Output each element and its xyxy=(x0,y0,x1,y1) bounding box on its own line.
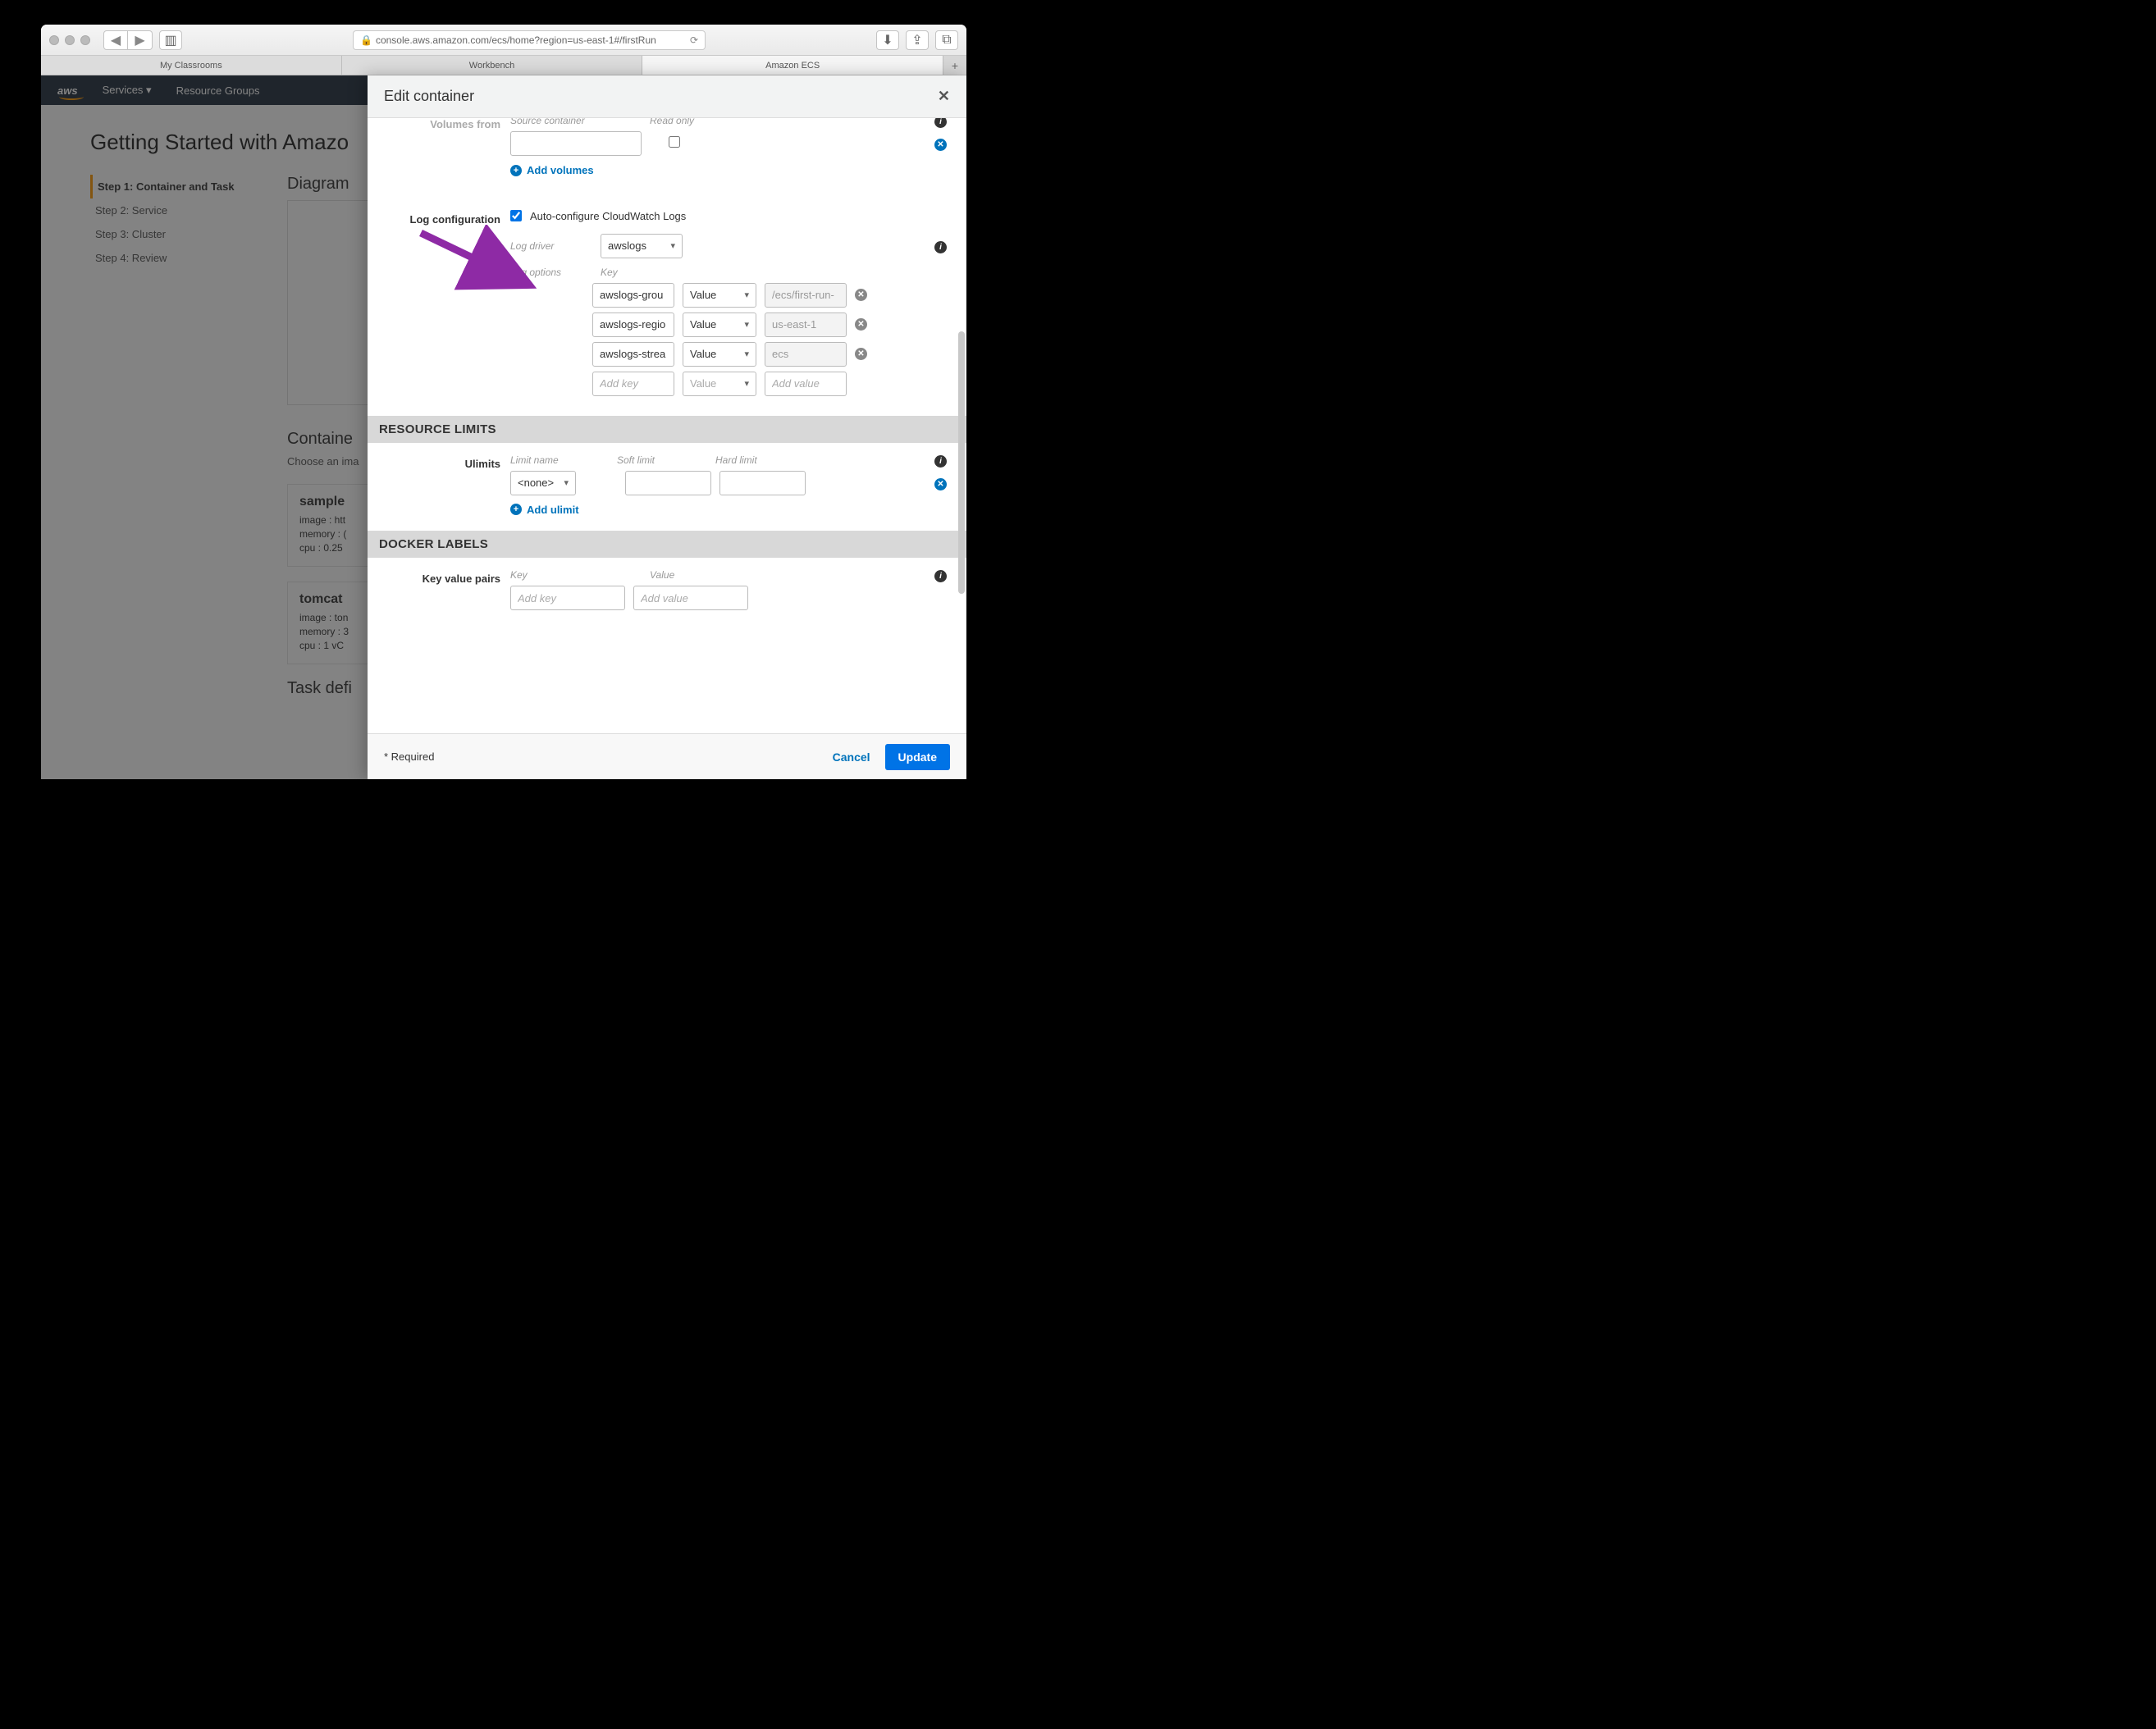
log-driver-label: Log driver xyxy=(510,240,592,252)
log-val-2[interactable] xyxy=(765,342,847,367)
log-key-header: Key xyxy=(601,267,683,278)
plus-icon: + xyxy=(510,504,522,515)
add-volumes-link[interactable]: + Add volumes xyxy=(510,164,594,176)
remove-ulimit-icon[interactable]: ✕ xyxy=(934,478,947,490)
back-button[interactable]: ◀ xyxy=(103,30,128,50)
source-container-input[interactable] xyxy=(510,131,642,156)
required-text: * Required xyxy=(384,750,434,763)
url-text: console.aws.amazon.com/ecs/home?region=u… xyxy=(376,34,656,46)
ulimit-name-dropdown[interactable]: <none> xyxy=(510,471,576,495)
dl-col-value: Value xyxy=(650,569,773,582)
browser-window: ◀ ▶ ▥ 🔒 console.aws.amazon.com/ecs/home?… xyxy=(41,25,966,779)
ulimit-col-soft: Soft limit xyxy=(617,454,715,468)
log-value-dropdown-0[interactable]: Value xyxy=(683,283,756,308)
tab-amazon-ecs[interactable]: Amazon ECS xyxy=(642,56,943,75)
lock-icon: 🔒 xyxy=(360,34,372,46)
add-ulimit-link[interactable]: + Add ulimit xyxy=(510,504,579,516)
log-options-label: Log options xyxy=(510,267,592,278)
sidebar-toggle-icon[interactable]: ▥ xyxy=(159,30,182,50)
ulimit-col-hard: Hard limit xyxy=(715,454,814,468)
address-bar[interactable]: 🔒 console.aws.amazon.com/ecs/home?region… xyxy=(353,30,706,50)
modal-header: Edit container ✕ xyxy=(368,75,966,118)
readonly-checkbox[interactable] xyxy=(669,136,680,148)
log-add-value-input[interactable] xyxy=(765,372,847,396)
log-driver-dropdown[interactable]: awslogs xyxy=(601,234,683,258)
log-val-0[interactable] xyxy=(765,283,847,308)
tab-bar: My Classrooms Workbench Amazon ECS + xyxy=(41,56,966,75)
edit-container-modal: Edit container ✕ Volumes from Source con… xyxy=(368,75,966,779)
log-add-key-input[interactable] xyxy=(592,372,674,396)
download-icon[interactable]: ⬇ xyxy=(876,30,899,50)
forward-button[interactable]: ▶ xyxy=(128,30,153,50)
tabs-icon[interactable]: ⧉ xyxy=(935,30,958,50)
docker-labels-heading: DOCKER LABELS xyxy=(368,531,966,558)
volumes-from-label: Volumes from xyxy=(387,118,510,177)
log-key-0[interactable] xyxy=(592,283,674,308)
dl-key-input[interactable] xyxy=(510,586,625,610)
kv-pairs-label: Key value pairs xyxy=(387,569,510,615)
remove-log-row-icon[interactable]: ✕ xyxy=(855,289,867,301)
new-tab-button[interactable]: + xyxy=(943,56,966,75)
modal-title: Edit container xyxy=(384,88,474,105)
log-key-2[interactable] xyxy=(592,342,674,367)
close-icon[interactable]: ✕ xyxy=(938,88,950,105)
plus-icon: + xyxy=(510,165,522,176)
dl-col-key: Key xyxy=(510,569,650,582)
info-icon[interactable]: i xyxy=(934,455,947,468)
log-add-value-dropdown[interactable]: Value xyxy=(683,372,756,396)
back-forward-group: ◀ ▶ xyxy=(103,30,153,50)
ulimit-hard-input[interactable] xyxy=(719,471,806,495)
reload-icon[interactable]: ⟳ xyxy=(690,34,698,46)
log-key-1[interactable] xyxy=(592,312,674,337)
scrollbar-thumb[interactable] xyxy=(958,331,965,594)
window-traffic-lights[interactable] xyxy=(49,35,90,45)
cancel-button[interactable]: Cancel xyxy=(833,750,870,764)
ulimits-label: Ulimits xyxy=(387,454,510,517)
ulimit-soft-input[interactable] xyxy=(625,471,711,495)
share-icon[interactable]: ⇪ xyxy=(906,30,929,50)
minimize-window-dot[interactable] xyxy=(65,35,75,45)
info-icon[interactable]: i xyxy=(934,118,947,128)
remove-log-row-icon[interactable]: ✕ xyxy=(855,348,867,360)
ulimit-col-name: Limit name xyxy=(510,454,617,468)
info-icon[interactable]: i xyxy=(934,570,947,582)
dl-value-input[interactable] xyxy=(633,586,748,610)
update-button[interactable]: Update xyxy=(885,744,950,770)
console-body: aws Services ▾ Resource Groups Getting S… xyxy=(41,75,966,779)
scrollbar[interactable] xyxy=(957,118,965,733)
close-window-dot[interactable] xyxy=(49,35,59,45)
vol-col-readonly: Read only xyxy=(650,118,724,128)
remove-volume-icon[interactable]: ✕ xyxy=(934,139,947,151)
tab-my-classrooms[interactable]: My Classrooms xyxy=(41,56,342,75)
log-value-dropdown-1[interactable]: Value xyxy=(683,312,756,337)
titlebar: ◀ ▶ ▥ 🔒 console.aws.amazon.com/ecs/home?… xyxy=(41,25,966,56)
modal-scroll-area[interactable]: Volumes from Source container Read only … xyxy=(368,118,966,733)
zoom-window-dot[interactable] xyxy=(80,35,90,45)
tab-workbench[interactable]: Workbench xyxy=(342,56,643,75)
log-config-label: Log configuration xyxy=(387,210,510,401)
vol-col-source: Source container xyxy=(510,118,650,128)
remove-log-row-icon[interactable]: ✕ xyxy=(855,318,867,331)
auto-config-logs-label: Auto-configure CloudWatch Logs xyxy=(530,210,686,222)
auto-config-logs-checkbox[interactable] xyxy=(510,210,522,221)
log-val-1[interactable] xyxy=(765,312,847,337)
modal-footer: * Required Cancel Update xyxy=(368,733,966,779)
info-icon[interactable]: i xyxy=(934,241,947,253)
resource-limits-heading: RESOURCE LIMITS xyxy=(368,416,966,443)
log-value-dropdown-2[interactable]: Value xyxy=(683,342,756,367)
